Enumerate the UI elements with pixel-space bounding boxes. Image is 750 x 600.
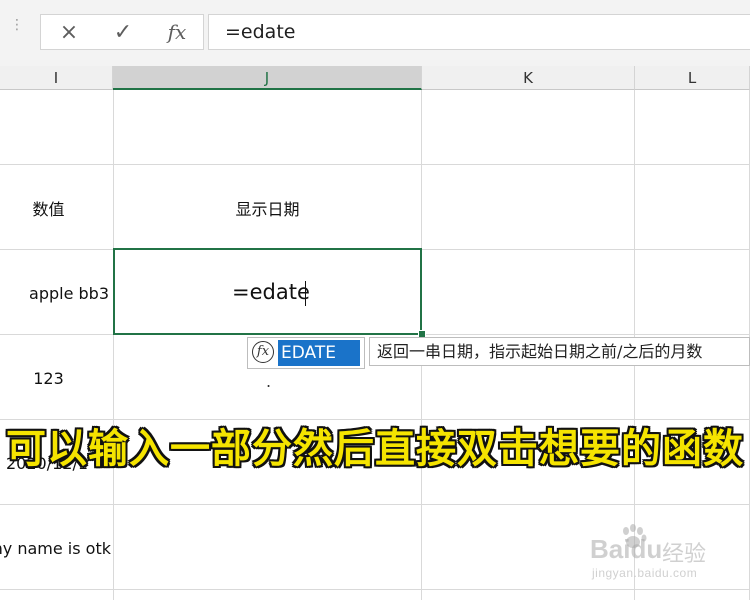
formula-bar-buttons: × ✓ fx	[40, 14, 204, 50]
caption-overlay: 可以输入一部分然后直接双击想要的函数	[6, 426, 744, 472]
function-icon: fx	[252, 341, 274, 363]
function-tooltip: 返回一串日期，指示起始日期之前/之后的月数	[369, 337, 750, 366]
enter-icon[interactable]: ✓	[101, 15, 145, 49]
cell-edit-text[interactable]: =edate	[232, 280, 310, 304]
cell-i-row4[interactable]: 123	[0, 336, 97, 420]
drag-grip-icon[interactable]: ⋮	[10, 18, 24, 32]
baidu-watermark: Baidu 经验 jingyan.baidu.com	[590, 522, 740, 592]
column-header-j[interactable]: J	[113, 66, 422, 90]
formula-input[interactable]: =edate	[208, 14, 750, 50]
text-caret	[305, 281, 306, 306]
column-header-k[interactable]: K	[422, 66, 635, 90]
function-autocomplete-list: fx EDATE	[247, 337, 365, 369]
autocomplete-item-label[interactable]: EDATE	[278, 340, 360, 366]
watermark-url: jingyan.baidu.com	[592, 566, 698, 580]
insert-function-icon[interactable]: fx	[155, 15, 199, 49]
cell-i-header[interactable]: 数值	[0, 166, 97, 250]
cell-dot: .	[266, 372, 272, 391]
cell-j-header[interactable]: 显示日期	[113, 166, 422, 250]
watermark-brand: Baidu	[590, 534, 663, 564]
watermark-cn: 经验	[662, 541, 707, 566]
cell-i-row6[interactable]: my name is otk	[0, 506, 113, 590]
cell-i-row3[interactable]: apple bb3	[0, 251, 113, 335]
column-header-l[interactable]: L	[635, 66, 750, 90]
column-header-i[interactable]: I	[0, 66, 113, 90]
cancel-icon[interactable]: ×	[47, 15, 91, 49]
formula-bar: ⋮ × ✓ fx =edate	[0, 0, 750, 66]
autocomplete-item-edate[interactable]: fx EDATE	[248, 338, 364, 368]
grid-line	[0, 164, 750, 165]
